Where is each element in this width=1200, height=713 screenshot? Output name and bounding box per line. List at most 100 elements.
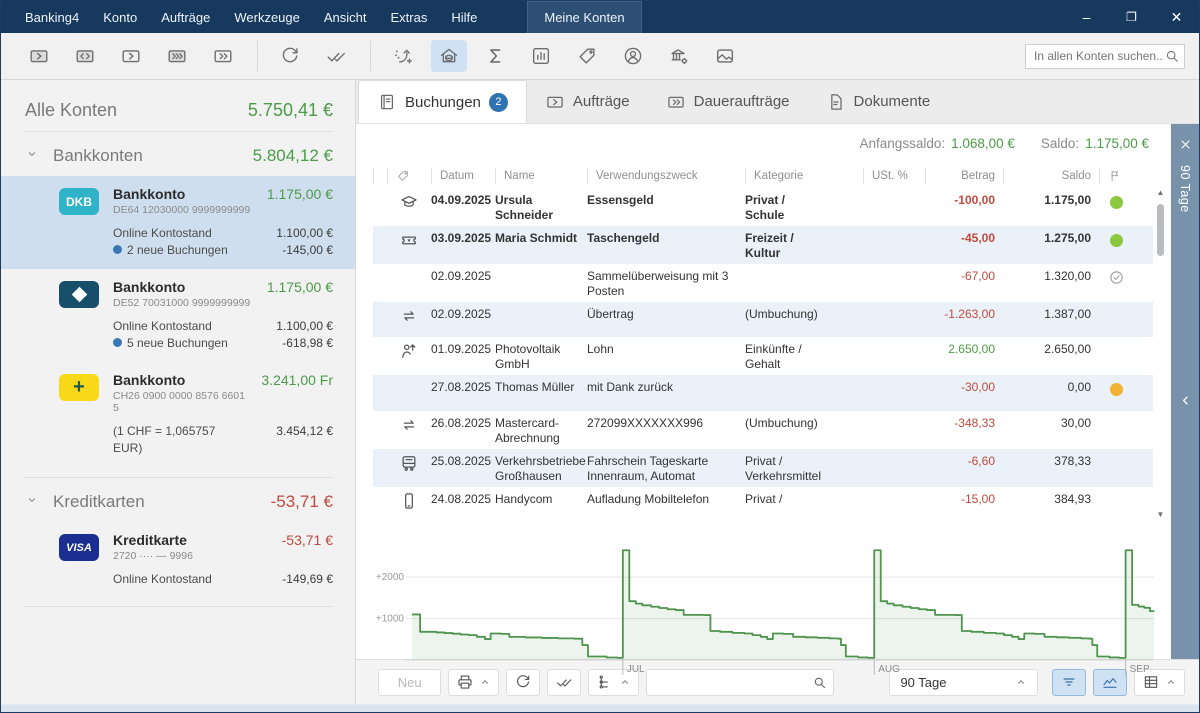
tab-dokumente[interactable]: Dokumente	[808, 80, 949, 123]
cards-view-button[interactable]	[707, 40, 743, 72]
table-row[interactable]: 25.08.2025Verkehrsbetriebe GroßhausenFah…	[373, 449, 1153, 487]
internal-transfer-icon	[74, 45, 96, 67]
global-search-input[interactable]	[1034, 49, 1164, 63]
maximize-button[interactable]: ❐	[1109, 1, 1154, 33]
cell-ust	[863, 414, 925, 416]
tags-view-button[interactable]	[569, 40, 605, 72]
express-order-icon	[166, 45, 188, 67]
menu-banking4[interactable]: Banking4	[13, 1, 91, 33]
contacts-view-button[interactable]	[615, 40, 651, 72]
tag-column-header[interactable]	[387, 168, 431, 184]
close-button[interactable]: ✕	[1154, 1, 1199, 33]
auto-categorize-button[interactable]	[385, 40, 421, 72]
column-header[interactable]: Kategorie	[745, 168, 863, 184]
tab-daueraufträge[interactable]: Daueraufträge	[648, 80, 808, 123]
confirm-all-button[interactable]	[318, 40, 354, 72]
cell-zweck: Sammelüberweisung mit 3 Posten	[587, 267, 745, 299]
column-header[interactable]: Betrag	[925, 168, 1003, 184]
account-name: Kreditkarte	[113, 532, 268, 548]
accounts-view-button[interactable]	[431, 40, 467, 72]
account-item[interactable]: VISAKreditkarte2720 ···· — 9996-53,71 €O…	[1, 522, 355, 598]
account-name: Bankkonto	[113, 279, 253, 295]
chevron-down-icon[interactable]	[25, 147, 39, 161]
new-transfer-icon	[28, 45, 50, 67]
scroll-thumb[interactable]	[1157, 204, 1164, 256]
column-header[interactable]: USt. %	[863, 168, 925, 184]
menu-werkzeuge[interactable]: Werkzeuge	[222, 1, 312, 33]
menu-hilfe[interactable]: Hilfe	[439, 1, 489, 33]
main-area: Buchungen2AufträgeDaueraufträgeDokumente…	[356, 80, 1199, 704]
single-order-button[interactable]	[113, 40, 149, 72]
cell-zweck: mit Dank zurück	[587, 378, 745, 395]
table-row[interactable]: 02.09.2025Sammelüberweisung mit 3 Posten…	[373, 264, 1153, 302]
internal-transfer-button[interactable]	[67, 40, 103, 72]
minimize-button[interactable]: –	[1064, 1, 1109, 33]
table-row[interactable]: 04.09.2025Ursula SchneiderEssensgeldPriv…	[373, 188, 1153, 226]
chevron-left-icon[interactable]	[1178, 393, 1193, 408]
cell-zweck: Lohn	[587, 340, 745, 357]
batch-order-button[interactable]	[205, 40, 241, 72]
toolbar-separator	[370, 41, 371, 71]
column-header[interactable]: Verwendungszweck	[587, 168, 745, 184]
table-row[interactable]: 24.08.2025HandycomAufladung Mobiltelefon…	[373, 487, 1153, 522]
refresh-button[interactable]	[272, 40, 308, 72]
account-item[interactable]: DKBBankkontoDE64 12030000 99999999991.17…	[1, 176, 355, 269]
bank-settings-button[interactable]	[661, 40, 697, 72]
account-item[interactable]: +BankkontoCH26 0900 0000 8576 6601 53.24…	[1, 362, 355, 467]
new-transfer-button[interactable]	[21, 40, 57, 72]
menu-ansicht[interactable]: Ansicht	[312, 1, 379, 33]
section-kreditkarten[interactable]: Kreditkarten-53,71 €	[1, 478, 355, 522]
main-toolbar	[1, 33, 1199, 80]
account-detail-value: -149,69 €	[282, 571, 333, 588]
table-row[interactable]: 02.09.2025Übertrag(Umbuchung)-1.263,001.…	[373, 302, 1153, 337]
table-row[interactable]: 26.08.2025Mastercard-Abrechnung272099XXX…	[373, 411, 1153, 449]
all-accounts-header[interactable]: Alle Konten5.750,41 €	[1, 92, 355, 131]
chevron-down-icon[interactable]	[25, 493, 39, 507]
tab-buchungen[interactable]: Buchungen2	[358, 80, 527, 123]
cell-status	[1099, 305, 1141, 307]
cell-status	[1099, 267, 1141, 286]
column-header[interactable]	[373, 168, 387, 184]
cell-betrag: -6,60	[925, 452, 1003, 469]
menu-extras[interactable]: Extras	[379, 1, 440, 33]
section-amount: 5.804,12 €	[253, 146, 333, 166]
account-item[interactable]: BankkontoDE52 70031000 99999999991.175,0…	[1, 269, 355, 362]
cell-datum: 01.09.2025	[431, 340, 495, 357]
cell-name: Handycom	[495, 490, 587, 507]
column-header[interactable]: Datum	[431, 168, 495, 184]
global-search[interactable]	[1025, 44, 1185, 69]
aufträge-icon	[545, 92, 565, 112]
search-icon[interactable]	[1164, 48, 1180, 64]
table-row[interactable]: 27.08.2025Thomas Müllermit Dank zurück-3…	[373, 375, 1153, 410]
table-row[interactable]: 01.09.2025Photovoltaik GmbHLohnEinkünfte…	[373, 337, 1153, 375]
dokumente-icon	[826, 92, 846, 112]
table-scrollbar[interactable]: ▲ ▼	[1154, 188, 1167, 520]
column-header[interactable]: Saldo	[1003, 168, 1099, 184]
statistics-view-button[interactable]	[523, 40, 559, 72]
section-bankkonten[interactable]: Bankkonten5.804,12 €	[1, 132, 355, 176]
statistics-view-icon	[530, 45, 552, 67]
menu-konto[interactable]: Konto	[91, 1, 149, 33]
document-tab-meine-konten[interactable]: Meine Konten	[527, 1, 641, 33]
table-row[interactable]: 03.09.2025Maria SchmidtTaschengeldFreize…	[373, 226, 1153, 264]
cell-kategorie: Freizeit /Kultur	[745, 229, 863, 261]
scroll-down-icon[interactable]: ▼	[1157, 510, 1165, 520]
bookings-table: DatumNameVerwendungszweckKategorieUSt. %…	[373, 163, 1153, 522]
cell-betrag: -30,00	[925, 378, 1003, 395]
cell-kategorie: (Umbuchung)	[745, 305, 863, 322]
tab-aufträge[interactable]: Aufträge	[527, 80, 648, 123]
account-detail-label: Online Kontostand	[113, 225, 253, 242]
scroll-up-icon[interactable]: ▲	[1157, 188, 1165, 198]
close-icon[interactable]	[1179, 138, 1192, 151]
banking4-window: Banking4KontoAufträgeWerkzeugeAnsichtExt…	[0, 0, 1200, 713]
cell-datum: 26.08.2025	[431, 414, 495, 431]
flag-column-header[interactable]	[1099, 168, 1141, 184]
document-tab-label: Meine Konten	[544, 10, 624, 25]
column-header[interactable]: Name	[495, 168, 587, 184]
sum-view-button[interactable]	[477, 40, 513, 72]
side-panel-tab[interactable]: 90 Tage	[1171, 124, 1199, 659]
dkb-logo: DKB	[59, 188, 99, 215]
menu-aufträge[interactable]: Aufträge	[149, 1, 222, 33]
cell-name: Ursula Schneider	[495, 191, 587, 223]
express-order-button[interactable]	[159, 40, 195, 72]
